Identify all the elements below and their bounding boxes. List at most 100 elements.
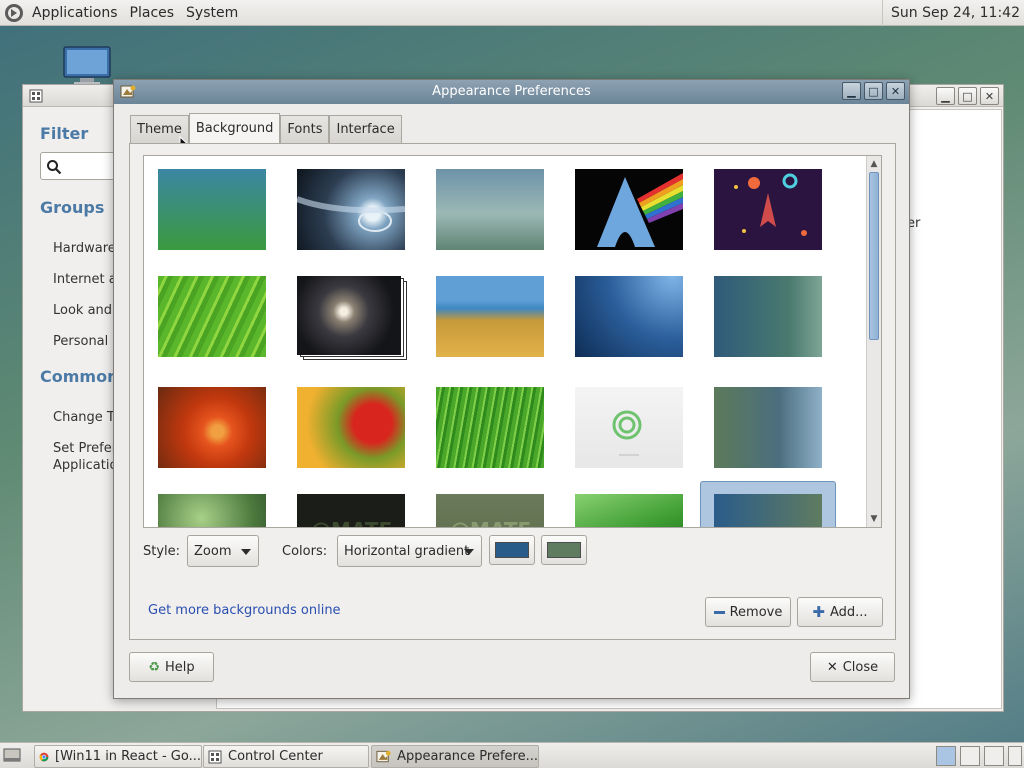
clock[interactable]: Sun Sep 24, 11:42 — [882, 0, 1024, 26]
remove-button[interactable]: Remove — [705, 597, 791, 627]
show-desktop-icon[interactable] — [3, 747, 21, 764]
mate-logo-icon[interactable] — [4, 3, 24, 23]
dialog-minimize-button[interactable]: ▁ — [842, 82, 861, 100]
thumbnail-blue-green-gradient[interactable] — [158, 169, 266, 250]
workspace-2[interactable] — [960, 746, 980, 766]
control-center-icon — [208, 750, 222, 763]
style-combobox[interactable]: Zoom — [187, 535, 259, 567]
thumbnail-wheat-field[interactable] — [436, 276, 544, 357]
taskbar-item-control-center[interactable]: Control Center — [203, 745, 369, 768]
main-menu-bar: Applications Places System — [0, 0, 258, 26]
scroll-down-icon[interactable]: ▼ — [867, 512, 881, 526]
minimize-icon: ▁ — [847, 84, 856, 98]
thumbnail-red-flower[interactable] — [297, 387, 405, 468]
thumbnail-green-dew[interactable] — [575, 494, 683, 527]
thumbnail-mate-dark[interactable]: @MATE — [297, 494, 405, 527]
control-center-icon — [29, 89, 43, 103]
thumbnail-space-rocket[interactable] — [714, 169, 822, 250]
remove-button-label: Remove — [729, 604, 783, 620]
secondary-color-button[interactable] — [541, 535, 587, 565]
thumbnail-green-leaf[interactable] — [158, 276, 266, 357]
workspace-3[interactable] — [984, 746, 1004, 766]
maximize-button[interactable]: □ — [958, 87, 977, 105]
help-button-label: Help — [165, 659, 195, 675]
bottom-taskbar: [Win11 in React - Go... Control Center A… — [0, 742, 1024, 768]
menu-places[interactable]: Places — [130, 5, 175, 21]
dialog-close-button[interactable]: ✕ — [886, 82, 905, 100]
search-icon — [47, 160, 62, 175]
taskbar-item-chrome-label: [Win11 in React - Go... — [55, 749, 201, 764]
chrome-icon — [39, 752, 49, 761]
background-style-controls: Style: Zoom Colors: Horizontal gradient — [143, 535, 883, 569]
primary-color-button[interactable] — [489, 535, 535, 565]
add-button-label: Add... — [830, 604, 868, 620]
primary-color-swatch — [495, 542, 529, 558]
secondary-color-swatch — [547, 542, 581, 558]
thumbnail-teal-haze[interactable] — [436, 169, 544, 250]
close-icon: ✕ — [890, 84, 901, 98]
appearance-preferences-dialog: Appearance Preferences ▁ □ ✕ Theme Backg… — [113, 79, 910, 699]
group-item-personal[interactable]: Personal — [53, 334, 108, 349]
chevron-down-icon — [241, 549, 251, 555]
help-icon: ♻ — [148, 659, 160, 675]
thumbnail-galaxy-slideshow[interactable] — [297, 276, 409, 362]
chevron-down-icon — [464, 549, 474, 555]
minus-icon — [713, 610, 725, 614]
menu-applications[interactable]: Applications — [32, 5, 118, 21]
mate-logo-image — [612, 410, 642, 456]
maximize-icon: □ — [962, 89, 973, 103]
filter-heading: Filter — [40, 124, 89, 143]
close-icon: ✕ — [826, 659, 838, 675]
thumbnail-arch-prism[interactable] — [575, 169, 683, 250]
tab-interface[interactable]: Interface — [329, 115, 402, 143]
plus-icon: ✚ — [812, 603, 825, 621]
thumbnail-green-grass[interactable] — [436, 387, 544, 468]
common-item-applications[interactable]: Applicatio — [53, 458, 117, 473]
appearance-app-icon — [376, 750, 391, 762]
colors-label: Colors: — [282, 544, 328, 559]
taskbar-item-appearance[interactable]: Appearance Prefere... — [371, 745, 539, 768]
taskbar-item-appearance-label: Appearance Prefere... — [397, 749, 538, 764]
thumbnail-teal-dots[interactable] — [714, 276, 822, 357]
thumbnail-blue-bubbles[interactable] — [575, 276, 683, 357]
space-rocket-image — [734, 173, 807, 236]
taskbar-item-control-center-label: Control Center — [228, 749, 323, 764]
maximize-icon: □ — [868, 84, 879, 98]
group-item-internet[interactable]: Internet ar — [53, 272, 122, 287]
computer-icon[interactable] — [62, 46, 112, 86]
scrollbar-thumb[interactable] — [869, 172, 879, 340]
thumbnail-green-blue-swirl[interactable] — [714, 387, 822, 468]
close-icon: ✕ — [984, 89, 995, 103]
style-combobox-value: Zoom — [194, 543, 232, 559]
thumbnail-horizontal-gradient-selected[interactable] — [714, 494, 822, 527]
colors-combobox[interactable]: Horizontal gradient — [337, 535, 482, 567]
get-more-backgrounds-link[interactable]: Get more backgrounds online — [148, 603, 341, 618]
workspace-4[interactable] — [1008, 746, 1022, 766]
groups-heading: Groups — [40, 198, 105, 217]
background-thumbnail-grid[interactable]: @MATE @MATE ▲ ▼ — [143, 155, 882, 528]
menu-system[interactable]: System — [186, 5, 238, 21]
thumbnail-mate-logo-white[interactable] — [575, 387, 683, 468]
group-item-hardware[interactable]: Hardware — [53, 241, 116, 256]
workspace-1[interactable] — [936, 746, 956, 766]
water-drop-image — [297, 196, 405, 232]
dialog-titlebar: Appearance Preferences ▁ □ ✕ — [114, 80, 909, 104]
minimize-icon: ▁ — [941, 89, 950, 103]
scroll-up-icon[interactable]: ▲ — [867, 157, 881, 171]
taskbar-item-chrome[interactable]: [Win11 in React - Go... — [34, 745, 202, 768]
dialog-title: Appearance Preferences — [432, 84, 591, 99]
add-button[interactable]: ✚ Add... — [797, 597, 883, 627]
thumbnail-purple-blossoms[interactable] — [158, 494, 266, 527]
minimize-button[interactable]: ▁ — [936, 87, 955, 105]
close-button[interactable]: ✕ Close — [810, 652, 895, 682]
tab-fonts[interactable]: Fonts — [280, 115, 330, 143]
tab-background[interactable]: Background — [188, 113, 281, 143]
thumbnail-mate-olive[interactable]: @MATE — [436, 494, 544, 527]
thumbnail-water-drop[interactable] — [297, 169, 405, 250]
help-button[interactable]: ♻ Help — [129, 652, 214, 682]
style-label: Style: — [143, 544, 181, 559]
dialog-maximize-button[interactable]: □ — [864, 82, 883, 100]
close-window-button[interactable]: ✕ — [980, 87, 999, 105]
thumbnail-orange-flower[interactable] — [158, 387, 266, 468]
thumbnail-scrollbar[interactable]: ▲ ▼ — [866, 156, 881, 527]
